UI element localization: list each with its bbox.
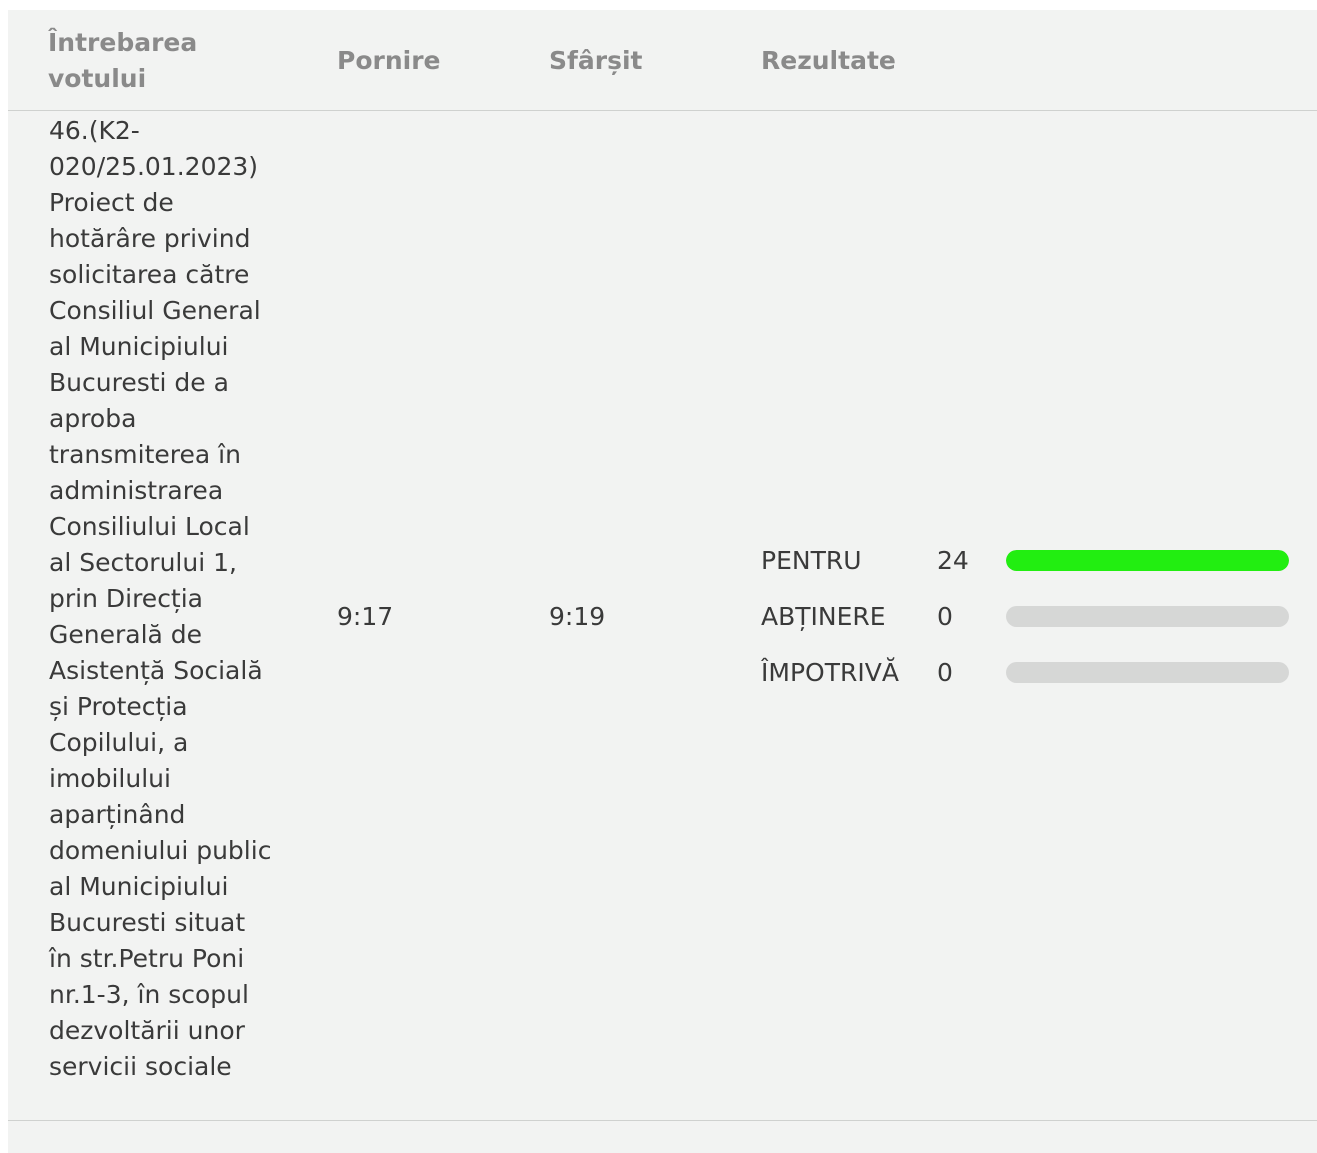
result-count: 0 [937, 602, 953, 631]
header-start: Pornire [337, 46, 441, 75]
vote-question-text: 46.(K2-020/25.01.2023) Proiect de hotărâ… [49, 116, 272, 1081]
result-bar-track [1006, 550, 1289, 571]
table-row: 46.(K2-020/25.01.2023) Proiect de hotărâ… [8, 111, 1317, 1121]
header-end: Sfârșit [549, 46, 643, 75]
table-header: Întrebarea votului Pornire Sfârșit Rezul… [8, 10, 1317, 111]
start-time: 9:17 [337, 602, 394, 631]
result-bar-fill [1006, 550, 1289, 571]
result-count: 0 [937, 658, 953, 687]
result-label: PENTRU [761, 546, 862, 575]
result-label: ABȚINERE [761, 602, 886, 631]
header-question: Întrebarea votului [48, 28, 198, 93]
end-time: 9:19 [549, 602, 606, 631]
header-results: Rezultate [761, 46, 896, 75]
result-bar-track [1006, 662, 1289, 683]
vote-results-table: Întrebarea votului Pornire Sfârșit Rezul… [8, 10, 1317, 1153]
result-for: PENTRU 24 [761, 543, 1301, 579]
result-label: ÎMPOTRIVĂ [761, 658, 899, 687]
result-abstain: ABȚINERE 0 [761, 599, 1301, 635]
result-against: ÎMPOTRIVĂ 0 [761, 655, 1301, 691]
result-count: 24 [937, 546, 969, 575]
result-bar-track [1006, 606, 1289, 627]
